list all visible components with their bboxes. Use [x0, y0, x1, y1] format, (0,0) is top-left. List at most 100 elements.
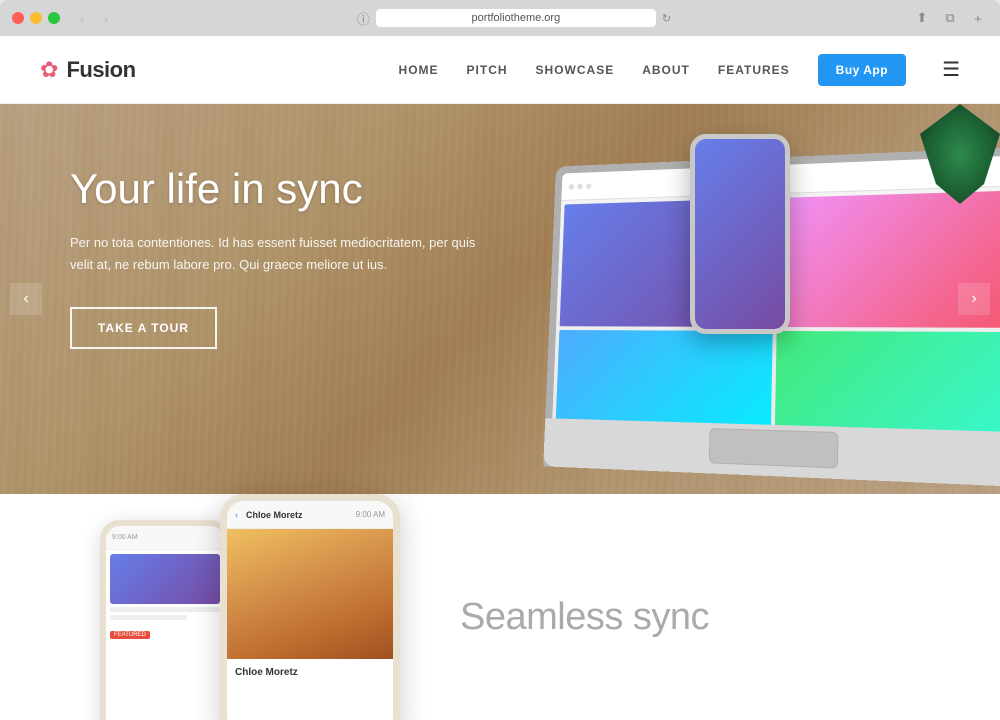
lp-back-icon: ‹ [235, 510, 238, 520]
laptop-key [976, 450, 1000, 451]
sp-text-2 [110, 615, 187, 620]
browser-titlebar: ‹ › ⓘ ↻ ⬆ ⧉ + [0, 0, 1000, 36]
nav-links: HOME PITCH SHOWCASE ABOUT FEATURES Buy A… [399, 54, 960, 86]
laptop-key [838, 444, 870, 445]
laptop-key [680, 439, 709, 440]
laptop-key [906, 445, 939, 446]
logo-text: Fusion [66, 57, 135, 83]
take-tour-button[interactable]: Take a tour [70, 307, 217, 349]
browser-nav: ‹ › [72, 8, 116, 28]
nav-link-about[interactable]: ABOUT [642, 63, 690, 77]
bottom-text-area: Seamless sync [460, 596, 940, 639]
address-input[interactable] [376, 9, 656, 27]
phone-mockup [690, 134, 790, 334]
sp-image [110, 554, 220, 604]
lp-profile-info: Chloe Moretz [227, 659, 393, 686]
laptop-key [620, 435, 648, 436]
laptop-key [591, 434, 619, 435]
lp-title: Chloe Moretz [246, 510, 303, 520]
laptop-key [940, 443, 974, 444]
nav-link-pitch[interactable]: PITCH [467, 63, 508, 77]
laptop-key [650, 433, 679, 434]
laptop-key [562, 433, 589, 434]
laptop-key [620, 437, 648, 438]
laptop-key [591, 431, 619, 432]
small-phone-content: FEATURED [106, 550, 224, 646]
laptop-key [591, 433, 619, 434]
new-tab-button[interactable]: + [968, 8, 988, 28]
laptop-key [872, 447, 904, 448]
sp-badge: FEATURED [110, 631, 150, 639]
laptop-key [562, 436, 589, 437]
hero-title: Your life in sync [70, 164, 490, 214]
nav-link-home[interactable]: HOME [399, 63, 439, 77]
plant-leaves [920, 104, 1000, 204]
laptop-key [906, 446, 939, 447]
refresh-icon[interactable]: ↻ [662, 12, 671, 25]
laptop-key [940, 449, 974, 450]
buy-app-button[interactable]: Buy App [818, 54, 906, 86]
hero-section: Your life in sync Per no tota contention… [0, 104, 1000, 494]
laptop-key [650, 435, 679, 436]
site-navigation: ✿ Fusion HOME PITCH SHOWCASE ABOUT FEATU… [0, 36, 1000, 104]
laptop-key [562, 430, 589, 431]
lp-profile-image [227, 529, 393, 659]
screen-dot-3 [586, 183, 591, 189]
phone-body [690, 134, 790, 334]
lp-profile-name: Chloe Moretz [235, 667, 385, 678]
small-phone-mockup: 9:00 AM FEATURED [100, 520, 230, 720]
sp-text-1 [110, 607, 220, 612]
browser-window: ‹ › ⓘ ↻ ⬆ ⧉ + [0, 0, 1000, 36]
back-button[interactable]: ‹ [72, 8, 92, 28]
laptop-key [838, 442, 870, 443]
laptop-key [680, 436, 709, 437]
logo[interactable]: ✿ Fusion [40, 57, 136, 83]
laptop-key [650, 438, 679, 439]
laptop-key [591, 436, 619, 437]
nav-link-features[interactable]: FEATURES [718, 63, 790, 77]
laptop-key [680, 434, 709, 435]
lp-time: 9:00 AM [356, 510, 385, 519]
hamburger-icon[interactable]: ☰ [942, 57, 960, 82]
laptop-key [940, 446, 974, 447]
laptop-key [650, 439, 679, 440]
laptop-key [650, 436, 679, 437]
close-button[interactable] [12, 12, 24, 24]
laptop-key [839, 439, 871, 440]
slider-prev-button[interactable]: ‹ [10, 283, 42, 315]
laptop-key [940, 444, 974, 445]
laptop-key [906, 441, 939, 442]
laptop-key [906, 448, 939, 449]
large-phone-header: ‹ Chloe Moretz 9:00 AM [227, 501, 393, 529]
webpage: ✿ Fusion HOME PITCH SHOWCASE ABOUT FEATU… [0, 36, 1000, 720]
forward-button[interactable]: › [96, 8, 116, 28]
info-icon: ⓘ [357, 9, 370, 28]
logo-icon: ✿ [40, 57, 58, 83]
laptop-key [976, 447, 1000, 448]
share-button[interactable]: ⬆ [912, 8, 932, 28]
laptop-key [872, 440, 904, 441]
small-phone-screen: 9:00 AM FEATURED [106, 526, 224, 720]
traffic-lights [12, 12, 60, 24]
laptop-key [838, 441, 870, 442]
laptop-key [591, 437, 619, 438]
slider-next-button[interactable]: › [958, 283, 990, 315]
laptop-key [680, 437, 709, 438]
laptop-key [620, 432, 648, 433]
small-phone-time: 9:00 AM [112, 534, 138, 541]
minimize-button[interactable] [30, 12, 42, 24]
laptop-key [562, 432, 589, 433]
maximize-button[interactable] [48, 12, 60, 24]
tab-overview-button[interactable]: ⧉ [940, 8, 960, 28]
laptop-key [976, 444, 1000, 445]
laptop-key [940, 447, 974, 448]
phone-screen [695, 139, 785, 329]
laptop-key [620, 434, 648, 435]
large-phone-mockup: ‹ Chloe Moretz 9:00 AM Chloe Moretz [220, 494, 400, 720]
laptop-key [872, 444, 904, 445]
laptop-key [872, 442, 904, 443]
screen-dot-2 [577, 183, 582, 189]
laptop-trackpad [709, 428, 839, 468]
nav-link-showcase[interactable]: SHOWCASE [536, 63, 615, 77]
laptop-key [562, 435, 589, 436]
